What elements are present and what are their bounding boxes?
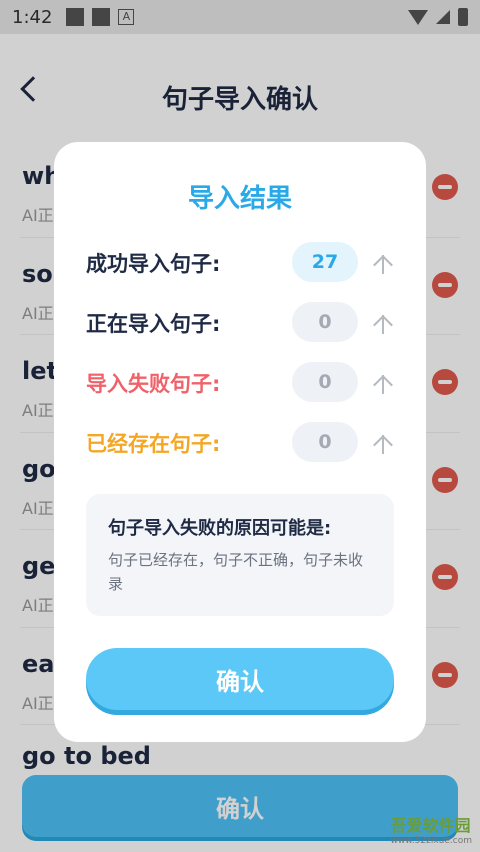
result-row-failed: 导入失败句子: 0 [86, 362, 396, 402]
row-label: 正在导入句子: [86, 312, 221, 336]
failure-reason-box: 句子导入失败的原因可能是: 句子已经存在，句子不正确，句子未收录 [86, 494, 394, 616]
arrow-up-icon[interactable] [373, 372, 393, 394]
arrow-up-icon[interactable] [373, 312, 393, 334]
import-result-dialog: 导入结果 成功导入句子: 27 正在导入句子: 0 导入失败句子: 0 已经存在… [54, 142, 426, 742]
result-row-success: 成功导入句子: 27 [86, 242, 396, 282]
row-count: 0 [292, 422, 358, 462]
reason-title: 句子导入失败的原因可能是: [108, 518, 332, 539]
watermark: 吾爱软件园 www.52zixue.com [391, 812, 472, 846]
row-label: 成功导入句子: [86, 252, 221, 276]
dialog-confirm-button[interactable]: 确认 [86, 648, 394, 710]
watermark-url: www.52zixue.com [390, 836, 472, 846]
row-count: 0 [292, 362, 358, 402]
dialog-title: 导入结果 [187, 184, 292, 214]
reason-text: 句子已经存在，句子不正确，句子未收录 [108, 551, 364, 593]
result-row-importing: 正在导入句子: 0 [86, 302, 396, 342]
watermark-text: 吾爱软件园 [390, 816, 471, 835]
screen: 1:42 A 句子导入确认 wh AI正 sou AI正 let AI正 go … [0, 0, 480, 852]
arrow-up-icon[interactable] [373, 432, 393, 454]
arrow-up-icon[interactable] [373, 252, 393, 274]
row-count: 0 [292, 302, 358, 342]
result-row-existing: 已经存在句子: 0 [86, 422, 396, 462]
row-label: 已经存在句子: [86, 432, 221, 456]
row-label: 导入失败句子: [86, 372, 221, 396]
row-count: 27 [292, 242, 358, 282]
